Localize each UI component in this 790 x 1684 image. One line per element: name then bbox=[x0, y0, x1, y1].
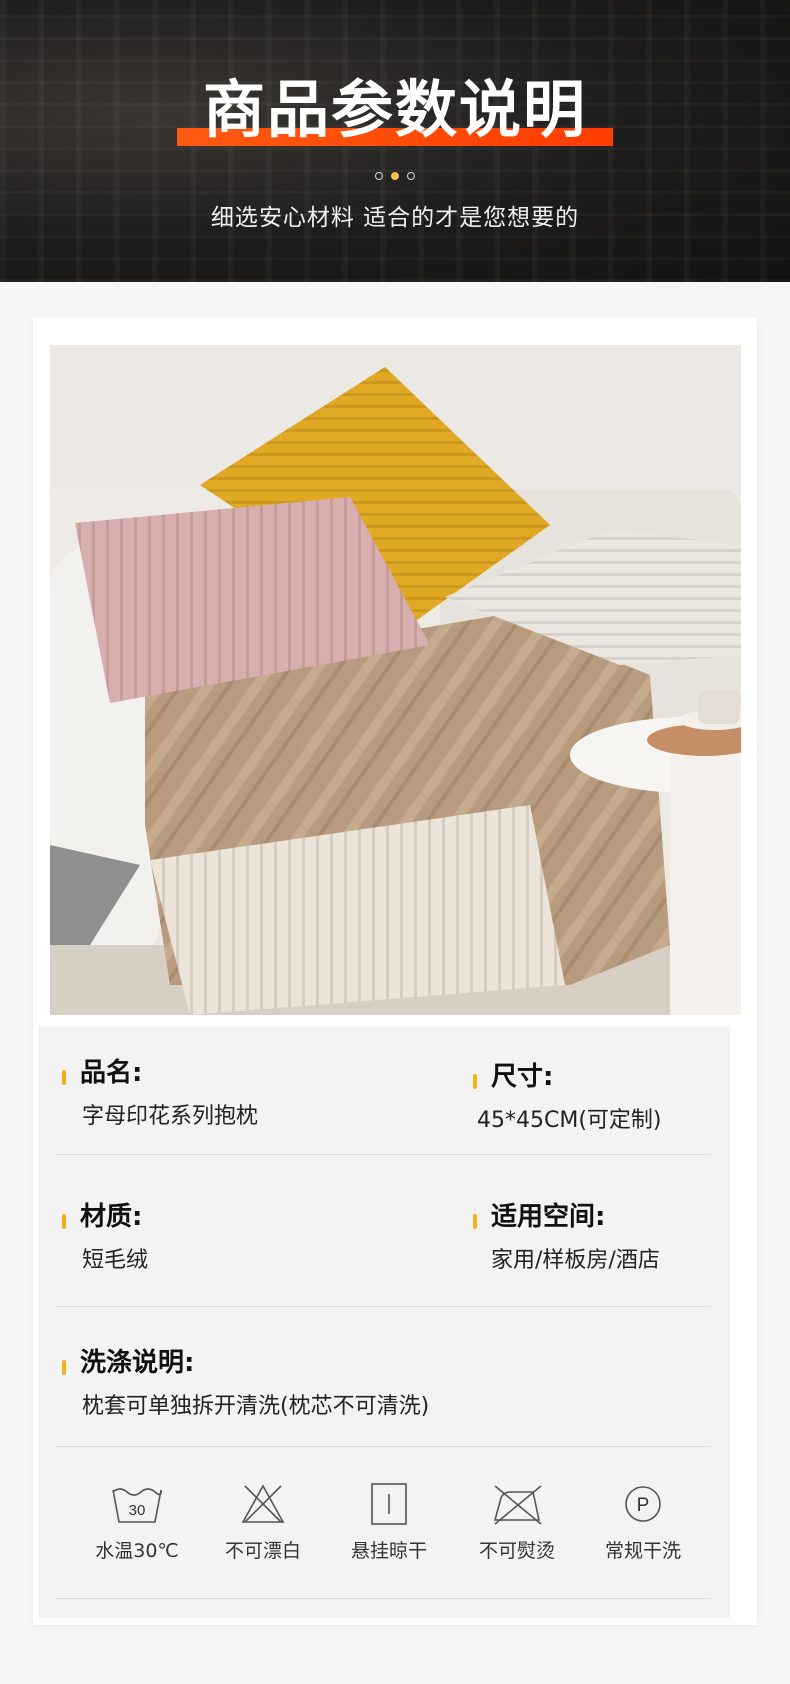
spec-size: 尺寸: 45*45CM(可定制) bbox=[473, 1056, 723, 1136]
spec-wash-label: 洗涤说明: bbox=[80, 1348, 195, 1378]
carousel-dot bbox=[375, 172, 383, 180]
page-title: 商品参数说明 bbox=[202, 73, 587, 146]
carousel-dot bbox=[407, 172, 415, 180]
spec-panel: 品名: 字母印花系列抱枕 尺寸: 45*45CM(可定制) 材质: 短毛绒 适用… bbox=[38, 1026, 730, 1618]
carousel-dot-active bbox=[391, 172, 399, 180]
spec-marker bbox=[62, 1070, 66, 1085]
care-item-no-bleach: 不可漂白 bbox=[200, 1482, 326, 1563]
spec-name-value: 字母印花系列抱枕 bbox=[82, 1104, 259, 1129]
hang-dry-icon bbox=[371, 1483, 407, 1525]
spec-marker bbox=[473, 1074, 477, 1089]
spec-size-label: 尺寸: bbox=[491, 1062, 554, 1092]
spec-name: 品名: 字母印花系列抱枕 bbox=[62, 1052, 422, 1132]
care-icons-row: 30 水温30℃ 不可漂白 悬挂晾干 不可熨烫 P 常规干洗 bbox=[38, 1482, 730, 1582]
dry-clean-icon: P bbox=[625, 1486, 661, 1522]
spec-material-value: 短毛绒 bbox=[82, 1248, 149, 1273]
product-photo-illustration bbox=[50, 345, 741, 1015]
care-label: 悬挂晾干 bbox=[350, 1540, 427, 1562]
divider bbox=[55, 1306, 711, 1307]
no-iron-icon bbox=[493, 1485, 542, 1525]
dry-clean-text: P bbox=[637, 1495, 650, 1516]
care-label: 水温30℃ bbox=[95, 1540, 179, 1562]
wash-30-icon: 30 bbox=[112, 1488, 162, 1523]
care-label: 常规干洗 bbox=[604, 1540, 681, 1562]
spec-space-value: 家用/样板房/酒店 bbox=[491, 1248, 660, 1273]
spec-space: 适用空间: 家用/样板房/酒店 bbox=[473, 1196, 723, 1276]
spec-material: 材质: 短毛绒 bbox=[62, 1196, 422, 1276]
spec-marker bbox=[473, 1214, 477, 1229]
care-label: 不可漂白 bbox=[224, 1540, 301, 1562]
spec-name-label: 品名: bbox=[80, 1058, 143, 1088]
care-item-no-iron: 不可熨烫 bbox=[454, 1482, 580, 1563]
page-subtitle: 细选安心材料 适合的才是您想要的 bbox=[210, 205, 580, 231]
spec-marker bbox=[62, 1214, 66, 1229]
product-photo bbox=[50, 345, 741, 1015]
care-item-wash: 30 水温30℃ bbox=[74, 1482, 200, 1563]
spec-size-value: 45*45CM(可定制) bbox=[477, 1108, 662, 1133]
divider bbox=[55, 1154, 711, 1155]
care-label: 不可熨烫 bbox=[478, 1540, 555, 1562]
carousel-dots bbox=[0, 172, 790, 180]
care-item-dry-clean: P 常规干洗 bbox=[580, 1482, 706, 1563]
spec-wash: 洗涤说明: 枕套可单独拆开清洗(枕芯不可清洗) bbox=[62, 1342, 682, 1422]
spec-space-label: 适用空间: bbox=[491, 1202, 606, 1232]
spec-material-label: 材质: bbox=[80, 1202, 143, 1232]
wash-temp-text: 30 bbox=[129, 1502, 146, 1519]
divider bbox=[55, 1598, 711, 1599]
divider bbox=[55, 1446, 711, 1447]
spec-marker bbox=[62, 1360, 66, 1375]
header-banner: 商品参数说明 细选安心材料 适合的才是您想要的 bbox=[0, 0, 790, 282]
spec-wash-value: 枕套可单独拆开清洗(枕芯不可清洗) bbox=[82, 1394, 430, 1419]
care-item-hang-dry: 悬挂晾干 bbox=[326, 1482, 452, 1563]
no-bleach-icon bbox=[241, 1484, 285, 1523]
